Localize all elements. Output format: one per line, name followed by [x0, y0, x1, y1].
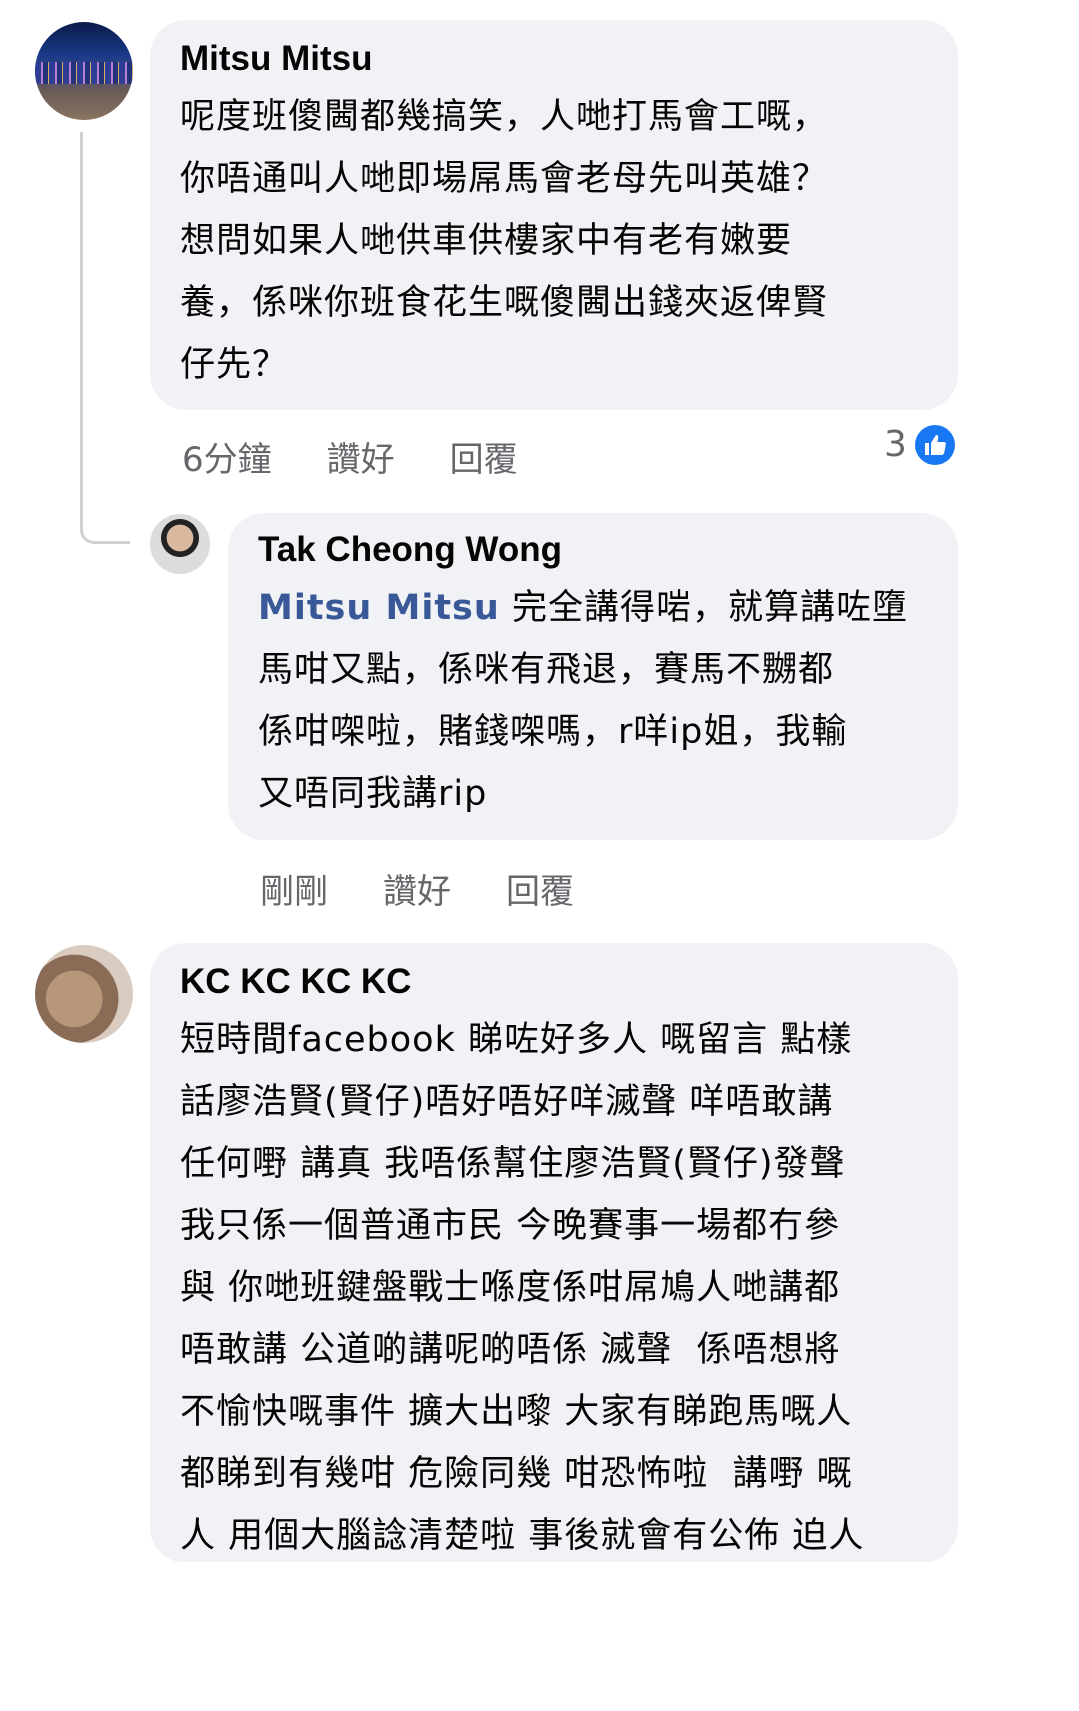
comment-author-name[interactable]: Mitsu Mitsu — [180, 38, 928, 80]
screen-bottom-area — [0, 1562, 1079, 1711]
comment-text-line: 人 用個大腦諗清楚啦 事後就會有公佈 迫人 — [180, 1516, 865, 1556]
comment-text-line: 馬咁又點，係咪有飛退，賽馬不嬲都 — [258, 650, 835, 690]
reaction-summary[interactable]: 3 — [884, 424, 955, 465]
avatar-city-image — [35, 62, 133, 84]
avatar-mitsu[interactable] — [35, 22, 133, 120]
comment-author-name[interactable]: Tak Cheong Wong — [258, 529, 928, 571]
comment-text-line: 不愉快嘅事件 擴大出嚟 大家有睇跑馬嘅人 — [180, 1392, 853, 1432]
comment-text-line: 任何嘢 講真 我唔係幫住廖浩賢(賢仔)發聲 — [180, 1144, 846, 1184]
reply-button[interactable]: 回覆 — [450, 432, 518, 481]
comment-text-line: 呢度班傻閪都幾搞笑，人哋打馬會工嘅， — [180, 97, 829, 137]
like-button[interactable]: 讚好 — [383, 864, 451, 913]
comment-text-line: 你唔通叫人哋即場屌馬會老母先叫英雄？ — [180, 159, 829, 199]
comment-text-line: 想問如果人哋供車供樓家中有老有嫩要 — [180, 221, 793, 261]
comment-bubble-mitsu: Mitsu Mitsu 呢度班傻閪都幾搞笑，人哋打馬會工嘅， 你唔通叫人哋即場屌… — [150, 20, 958, 410]
comment-text-line: 養，係咪你班食花生嘅傻閪出錢夾返俾賢 — [180, 283, 829, 323]
reaction-count: 3 — [884, 424, 907, 465]
comment-text-line: 又唔同我講rip — [258, 774, 488, 814]
comment-text-line: 仔先？ — [180, 345, 289, 385]
comment-actions: 剛剛 讚好 回覆 — [260, 864, 574, 913]
comment-text-fragment: 完全講得啱，就算講咗墮 — [499, 588, 908, 628]
comment-bubble-tak-cheong-wong: Tak Cheong Wong Mitsu Mitsu 完全講得啱，就算講咗墮 … — [228, 513, 958, 840]
comment-author-name[interactable]: KC KC KC KC — [180, 961, 928, 1003]
like-button[interactable]: 讚好 — [327, 432, 395, 481]
comment-text-line: Mitsu Mitsu 完全講得啱，就算講咗墮 — [258, 577, 928, 639]
mention-link[interactable]: Mitsu Mitsu — [258, 588, 500, 628]
comment-text-line: 都睇到有幾咁 危險同幾 咁恐怖啦 講嘢 嘅 — [180, 1454, 853, 1494]
reply-button[interactable]: 回覆 — [506, 864, 574, 913]
avatar-kc[interactable] — [35, 945, 133, 1043]
comment-text-line: 話廖浩賢(賢仔)唔好唔好咩滅聲 咩唔敢講 — [180, 1082, 834, 1122]
comment-actions: 6分鐘 讚好 回覆 — [182, 432, 518, 481]
comment-text-line: 係咁㗎啦，賭錢㗎嗎，r咩ip姐，我輸 — [258, 712, 848, 752]
comment-text-line: 短時間facebook 睇咗好多人 嘅留言 點樣 — [180, 1020, 853, 1060]
like-icon — [914, 424, 955, 465]
thread-connector-line — [80, 132, 130, 544]
comment-timestamp[interactable]: 6分鐘 — [182, 432, 272, 481]
comment-text-line: 我只係一個普通市民 今晚賽事一場都冇參 — [180, 1206, 841, 1246]
comment-text-line: 與 你哋班鍵盤戰士喺度係咁屌鳩人哋講都 — [180, 1268, 841, 1308]
avatar-tak-cheong-wong[interactable] — [150, 514, 210, 574]
comment-timestamp[interactable]: 剛剛 — [260, 864, 328, 913]
comment-text-line: 唔敢講 公道啲講呢啲唔係 滅聲 係唔想將 — [180, 1330, 841, 1370]
comment-bubble-kc: KC KC KC KC 短時間facebook 睇咗好多人 嘅留言 點樣 話廖浩… — [150, 943, 958, 1563]
